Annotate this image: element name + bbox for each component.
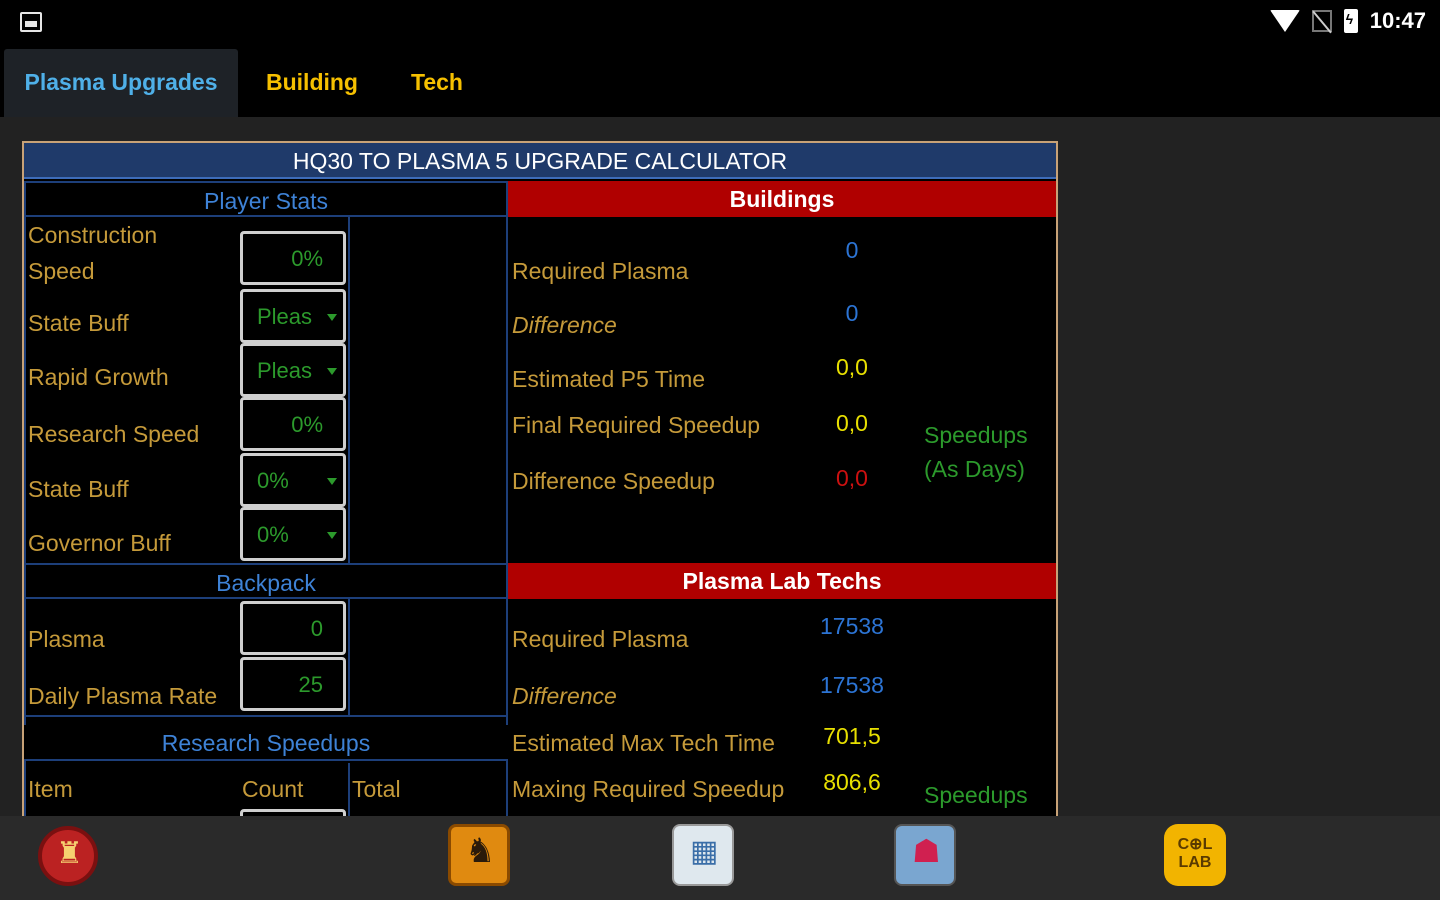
dropdown-arrow-icon xyxy=(327,478,337,485)
estimated-max-tech-time-value: 701,5 xyxy=(823,723,881,749)
row-divider xyxy=(24,715,508,717)
buildings-required-plasma-label: Required Plasma xyxy=(512,258,689,284)
calculator-title: HQ30 TO PLASMA 5 UPGRADE CALCULATOR xyxy=(24,143,1056,179)
estimated-p5-time-value: 0,0 xyxy=(836,354,868,380)
state-buff-label: State Buff xyxy=(28,310,129,336)
image-icon xyxy=(20,12,42,32)
count-column-header: Count xyxy=(242,776,304,802)
knight-shield-app-icon[interactable] xyxy=(448,824,510,886)
buildings-days-note: (As Days) xyxy=(924,456,1025,482)
final-required-speedup-value: 0,0 xyxy=(836,410,868,436)
state-buff-research-select[interactable]: 0% xyxy=(240,453,346,507)
lab-required-plasma-label: Required Plasma xyxy=(512,626,689,652)
maxing-required-speedup-label: Maxing Required Speedup xyxy=(512,776,785,802)
construction-speed-input[interactable]: 0% xyxy=(240,231,346,285)
lab-required-plasma-value: 17538 xyxy=(820,613,884,639)
app-dock xyxy=(0,816,1440,900)
speedup-count-input[interactable] xyxy=(240,809,346,816)
plasma-label: Plasma xyxy=(28,626,105,652)
dropdown-arrow-icon xyxy=(327,532,337,539)
research-speedups-header: Research Speedups xyxy=(24,725,508,761)
estimated-p5-time-label: Estimated P5 Time xyxy=(512,366,706,392)
buildings-header: Buildings xyxy=(508,181,1056,217)
player-stats-header: Player Stats xyxy=(24,181,508,217)
difference-speedup-label: Difference Speedup xyxy=(512,468,715,494)
governor-buff-select[interactable]: 0% xyxy=(240,507,346,561)
construction-speed-label: Construction Speed xyxy=(28,222,158,284)
dropdown-arrow-icon xyxy=(327,314,337,321)
maxing-required-speedup-value: 806,6 xyxy=(823,769,881,795)
column-divider xyxy=(506,181,508,816)
castle-emblem-app-icon[interactable] xyxy=(38,826,98,886)
status-bar: 10:47 xyxy=(0,0,1440,46)
lab-difference-value: 17538 xyxy=(820,672,884,698)
daily-plasma-rate-label: Daily Plasma Rate xyxy=(28,683,218,709)
state-buff-select[interactable]: Pleas xyxy=(240,289,346,343)
inner-divider xyxy=(348,599,350,715)
buildings-required-plasma-value: 0 xyxy=(845,237,859,263)
inner-divider xyxy=(348,763,350,816)
no-signal-icon xyxy=(1311,10,1332,32)
daily-plasma-rate-input[interactable]: 25 xyxy=(240,657,346,711)
character-app-icon[interactable] xyxy=(894,824,956,886)
plasma-input[interactable]: 0 xyxy=(240,601,346,655)
status-icons: 10:47 xyxy=(1269,8,1426,34)
left-border xyxy=(24,181,26,816)
difference-speedup-value: 0,0 xyxy=(836,465,868,491)
state-buff-research-label: State Buff xyxy=(28,476,129,502)
tab-building[interactable]: Building xyxy=(252,49,372,117)
dropdown-arrow-icon xyxy=(327,368,337,375)
tab-tech[interactable]: Tech xyxy=(392,49,482,117)
lab-difference-label: Difference xyxy=(512,683,617,709)
backpack-header: Backpack xyxy=(24,563,508,599)
estimated-max-tech-time-label: Estimated Max Tech Time xyxy=(512,730,775,756)
battery-charging-icon xyxy=(1343,9,1358,33)
rapid-growth-label: Rapid Growth xyxy=(28,364,169,390)
wifi-icon xyxy=(1269,10,1300,32)
buildings-difference-value: 0 xyxy=(845,300,859,326)
plasma-lab-techs-header: Plasma Lab Techs xyxy=(508,563,1056,599)
tab-bar: Plasma Upgrades Building Tech xyxy=(0,46,1440,117)
item-column-header: Item xyxy=(28,776,73,802)
tab-plasma-upgrades[interactable]: Plasma Upgrades xyxy=(4,49,238,117)
research-speed-label: Research Speed xyxy=(28,421,200,447)
buildings-speedups-note: Speedups xyxy=(924,422,1028,448)
buildings-difference-label: Difference xyxy=(512,312,617,338)
governor-buff-label: Governor Buff xyxy=(28,530,171,556)
clock: 10:47 xyxy=(1369,8,1426,33)
lab-speedups-note: Speedups xyxy=(924,782,1028,808)
calculator-app-icon[interactable] xyxy=(672,824,734,886)
research-speed-input[interactable]: 0% xyxy=(240,397,346,451)
main-content[interactable]: HQ30 TO PLASMA 5 UPGRADE CALCULATOR Play… xyxy=(0,117,1440,816)
final-required-speedup-label: Final Required Speedup xyxy=(512,412,761,438)
col-lab-app-icon[interactable] xyxy=(1164,824,1226,886)
total-column-header: Total xyxy=(352,776,401,802)
rapid-growth-select[interactable]: Pleas xyxy=(240,343,346,397)
calculator-table: HQ30 TO PLASMA 5 UPGRADE CALCULATOR Play… xyxy=(22,141,1058,816)
inner-divider xyxy=(348,217,350,563)
